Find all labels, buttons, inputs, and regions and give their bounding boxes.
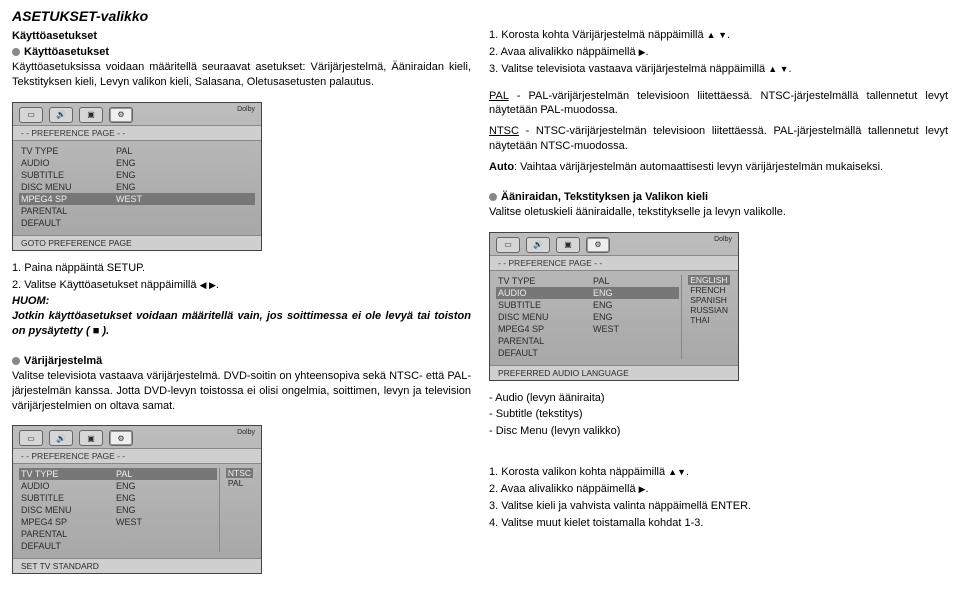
osd-section-head: - - PREFERENCE PAGE - - xyxy=(13,448,261,464)
osd-menu-body: TV TYPEPAL AUDIOENG SUBTITLEENG DISC MEN… xyxy=(13,464,261,558)
up-down-arrow-icon: ▲ ▼ xyxy=(707,29,727,41)
osd-menu-body: TV TYPEPAL AUDIOENG SUBTITLEENG DISC MEN… xyxy=(490,271,738,365)
osd-footer: PREFERRED AUDIO LANGUAGE xyxy=(490,365,738,380)
ntsc-desc: NTSC - NTSC-värijärjestelmän televisioon… xyxy=(489,124,948,154)
left-column: ASETUKSET-valikko Käyttöasetukset Käyttö… xyxy=(12,8,471,606)
track-names: - Audio (levyn ääniraita) - Subtitle (te… xyxy=(489,391,948,442)
bullet-color-system: Värijärjestelmä xyxy=(12,355,471,367)
tab-preference-icon: ⚙ xyxy=(109,430,133,446)
bullet-dot-icon xyxy=(12,357,20,365)
up-down-arrow-icon: ▲ ▼ xyxy=(768,63,788,75)
osd-footer: GOTO PREFERENCE PAGE xyxy=(13,235,261,250)
tab-general-icon: ▭ xyxy=(19,430,43,446)
setup-steps: 1. Paina näppäintä SETUP. 2. Valitse Käy… xyxy=(12,261,471,295)
right-arrow-icon: ▶ xyxy=(639,46,646,58)
bullet-label: Käyttöasetukset xyxy=(24,46,109,58)
left-right-arrow-icon: ◀ ▶ xyxy=(200,279,216,291)
tab-preference-icon: ⚙ xyxy=(586,237,610,253)
bullet-label: Värijärjestelmä xyxy=(24,355,102,367)
tab-general-icon: ▭ xyxy=(496,237,520,253)
tab-video-icon: ▣ xyxy=(79,430,103,446)
dolby-label: Dolby xyxy=(237,107,255,123)
osd-screenshot-preference: ▭ 🔊 ▣ ⚙ Dolby - - PREFERENCE PAGE - - TV… xyxy=(12,102,262,251)
tab-video-icon: ▣ xyxy=(556,237,580,253)
bullet-usage-settings: Käyttöasetukset xyxy=(12,46,471,58)
note-body: Jotkin käyttöasetukset voidaan määritell… xyxy=(12,310,471,337)
note-label: HUOM: xyxy=(12,295,49,307)
auto-desc: Auto: Vaihtaa värijärjestelmän automaatt… xyxy=(489,160,948,175)
dolby-label: Dolby xyxy=(714,237,732,253)
auto-label: Auto xyxy=(489,161,514,173)
osd-tab-row: ▭ 🔊 ▣ ⚙ Dolby xyxy=(490,233,738,255)
osd-option-list: ENGLISH FRENCH SPANISH RUSSIAN THAI xyxy=(681,275,730,359)
intro-text: Käyttöasetuksissa voidaan määritellä seu… xyxy=(12,60,471,90)
bullet-lang: Ääniraidan, Tekstityksen ja Valikon kiel… xyxy=(489,191,948,203)
osd-section-head: - - PREFERENCE PAGE - - xyxy=(13,125,261,141)
tab-preference-icon: ⚙ xyxy=(109,107,133,123)
osd-tab-row: ▭ 🔊 ▣ ⚙ Dolby xyxy=(13,103,261,125)
right-arrow-icon: ▶ xyxy=(639,483,646,495)
step-1: 1. Paina näppäintä SETUP. xyxy=(12,261,471,276)
up-down-arrow-icon: ▲▼ xyxy=(668,466,686,478)
color-steps: 1. Korosta kohta Värijärjestelmä näppäim… xyxy=(489,28,948,79)
tab-audio-icon: 🔊 xyxy=(49,430,73,446)
right-column: 1. Korosta kohta Värijärjestelmä näppäim… xyxy=(489,8,948,606)
osd-screenshot-tvtype: ▭ 🔊 ▣ ⚙ Dolby - - PREFERENCE PAGE - - TV… xyxy=(12,425,262,574)
osd-footer: SET TV STANDARD xyxy=(13,558,261,573)
bullet-dot-icon xyxy=(12,48,20,56)
step-2: 2. Valitse Käyttöasetukset näppäimillä ◀… xyxy=(12,278,471,293)
osd-tab-row: ▭ 🔊 ▣ ⚙ Dolby xyxy=(13,426,261,448)
lang-body: Valitse oletuskieli ääniraidalle, teksti… xyxy=(489,205,948,220)
osd-menu-body: TV TYPEPAL AUDIOENG SUBTITLEENG DISC MEN… xyxy=(13,141,261,235)
note-block: HUOM: Jotkin käyttöasetukset voidaan mää… xyxy=(12,294,471,339)
page-title: ASETUKSET-valikko xyxy=(12,8,471,24)
section-usage-settings: Käyttöasetukset xyxy=(12,30,471,42)
tab-video-icon: ▣ xyxy=(79,107,103,123)
lang-steps: 1. Korosta valikon kohta näppäimillä ▲▼.… xyxy=(489,465,948,532)
tab-audio-icon: 🔊 xyxy=(526,237,550,253)
stop-icon: ■ xyxy=(93,325,100,337)
bullet-dot-icon xyxy=(489,193,497,201)
bullet-label: Ääniraidan, Tekstityksen ja Valikon kiel… xyxy=(501,191,708,203)
tab-audio-icon: 🔊 xyxy=(49,107,73,123)
osd-option-list: NTSC PAL xyxy=(219,468,253,552)
tab-general-icon: ▭ xyxy=(19,107,43,123)
pal-desc: PAL - PAL-värijärjestelmän televisioon l… xyxy=(489,89,948,119)
osd-screenshot-audio: ▭ 🔊 ▣ ⚙ Dolby - - PREFERENCE PAGE - - TV… xyxy=(489,232,739,381)
dolby-label: Dolby xyxy=(237,430,255,446)
ntsc-label: NTSC xyxy=(489,125,519,137)
tv-system-body: Valitse televisiota vastaava värijärjest… xyxy=(12,369,471,414)
pal-label: PAL xyxy=(489,90,509,102)
osd-section-head: - - PREFERENCE PAGE - - xyxy=(490,255,738,271)
